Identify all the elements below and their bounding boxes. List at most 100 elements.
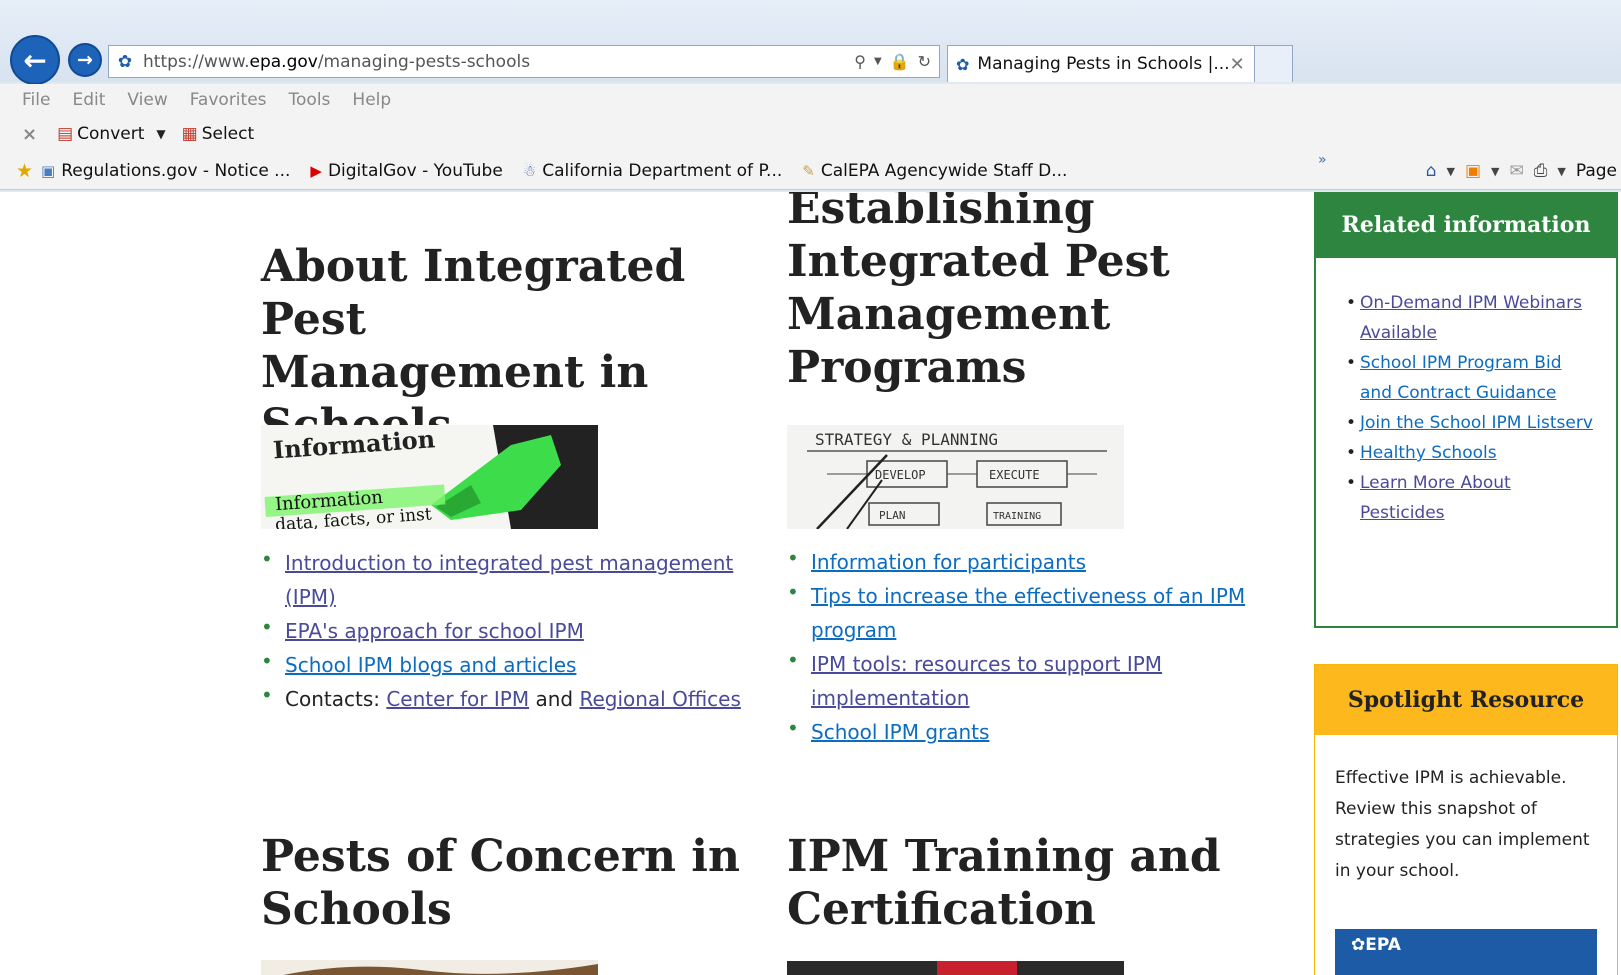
refresh-icon[interactable]: ↻	[918, 52, 931, 71]
forward-button[interactable]: →	[68, 43, 102, 77]
image-text-training: TRAINING	[993, 511, 1041, 522]
about-ipm-links: Introduction to integrated pest manageme…	[261, 542, 741, 716]
page-menu[interactable]: Page	[1576, 161, 1617, 181]
tab-title: Managing Pests in Schools |...	[977, 54, 1230, 74]
epa-site-icon: ✿	[117, 51, 133, 72]
menu-edit[interactable]: Edit	[72, 90, 105, 110]
calepa-icon: ✎	[802, 161, 815, 180]
about-ipm-heading: About Integrated Pest Management in Scho…	[261, 241, 686, 451]
more-favorites-chevron-icon[interactable]: »	[1318, 152, 1327, 168]
spotlight-resource-box: Spotlight Resource Effective IPM is achi…	[1314, 664, 1618, 975]
youtube-icon: ▶	[310, 161, 322, 180]
establishing-ipm-heading: Establishing Integrated Pest Management …	[787, 192, 1170, 393]
list-item: Introduction to integrated pest manageme…	[261, 542, 741, 614]
pesticides-link[interactable]: Learn More About Pesticides	[1360, 473, 1511, 523]
address-bar[interactable]: ✿ https://www.epa.gov/managing-pests-sch…	[108, 45, 940, 78]
list-item: EPA's approach for school IPM	[261, 610, 741, 648]
list-item: Tips to increase the effectiveness of an…	[787, 575, 1257, 647]
rss-icon[interactable]: ▣	[1465, 161, 1481, 181]
search-icon[interactable]: ⚲	[854, 52, 866, 71]
home-icon[interactable]: ⌂	[1426, 161, 1437, 181]
list-item: Join the School IPM Listserv	[1346, 408, 1598, 438]
related-links: On-Demand IPM Webinars Available School …	[1316, 258, 1616, 528]
list-item: Information for participants	[787, 541, 1257, 579]
related-information-title: Related information	[1316, 192, 1616, 258]
convert-dropdown-icon[interactable]: ▼	[156, 127, 165, 141]
spotlight-text: Effective IPM is achievable. Review this…	[1335, 768, 1590, 881]
ipm-grants-link[interactable]: School IPM grants	[811, 720, 989, 744]
favorites-star-icon[interactable]: ★	[16, 160, 33, 182]
spotlight-image[interactable]: ✿EPA	[1335, 929, 1597, 975]
healthy-schools-link[interactable]: Healthy Schools	[1360, 443, 1497, 463]
menu-view[interactable]: View	[127, 90, 167, 110]
command-bar: × ▤ Convert ▼ ▦ Select	[0, 116, 1621, 152]
pests-illustration	[283, 964, 598, 975]
establishing-ipm-links: Information for participants Tips to inc…	[787, 541, 1257, 749]
print-icon[interactable]: ⎙	[1534, 161, 1548, 181]
center-for-ipm-link[interactable]: Center for IPM	[386, 687, 529, 711]
list-item: On-Demand IPM Webinars Available	[1346, 288, 1598, 348]
epa-tab-icon: ✿	[956, 54, 970, 74]
contacts-label: Contacts:	[285, 687, 380, 711]
list-item: Learn More About Pesticides	[1346, 468, 1598, 528]
image-text-execute: EXECUTE	[989, 468, 1040, 482]
menu-help[interactable]: Help	[352, 90, 391, 110]
list-item: School IPM Program Bid and Contract Guid…	[1346, 348, 1598, 408]
page-content: About Integrated Pest Management in Scho…	[0, 192, 1621, 975]
about-ipm-section: About Integrated Pest Management in Scho…	[261, 240, 761, 452]
intro-ipm-link[interactable]: Introduction to integrated pest manageme…	[285, 551, 733, 609]
epa-logo-icon: ✿	[1351, 935, 1366, 955]
convert-button[interactable]: ▤ Convert	[57, 124, 144, 144]
webinars-link[interactable]: On-Demand IPM Webinars Available	[1360, 293, 1582, 343]
participants-info-link[interactable]: Information for participants	[811, 550, 1086, 574]
pests-image	[261, 960, 598, 975]
ipm-tools-link[interactable]: IPM tools: resources to support IPM impl…	[811, 652, 1162, 710]
browser-toolbar: ← → ✿ https://www.epa.gov/managing-pests…	[0, 0, 1621, 85]
favorite-california-dept[interactable]: ☃ California Department of P...	[523, 161, 782, 181]
establishing-ipm-section: Establishing Integrated Pest Management …	[787, 192, 1267, 394]
home-dropdown-icon[interactable]: ▼	[1447, 165, 1455, 178]
dropdown-caret-icon[interactable]: ▼	[874, 56, 882, 67]
list-item: Contacts: Center for IPM and Regional Of…	[261, 678, 741, 716]
browser-tab[interactable]: ✿ Managing Pests in Schools |... ✕	[947, 45, 1255, 82]
list-item: IPM tools: resources to support IPM impl…	[787, 643, 1257, 715]
image-text-plan: PLAN	[879, 509, 906, 522]
bid-guidance-link[interactable]: School IPM Program Bid and Contract Guid…	[1360, 353, 1562, 403]
menu-favorites[interactable]: Favorites	[190, 90, 267, 110]
list-item: Healthy Schools	[1346, 438, 1598, 468]
training-illustration	[787, 961, 1124, 975]
browser-chrome: ← → ✿ https://www.epa.gov/managing-pests…	[0, 0, 1621, 192]
regional-offices-link[interactable]: Regional Offices	[579, 687, 740, 711]
image-text-strategy: STRATEGY & PLANNING	[815, 430, 998, 449]
command-tools: ⌂ ▼ ▣ ▼ ✉ ⎙ ▼ Page	[1426, 152, 1621, 190]
select-button[interactable]: ▦ Select	[182, 124, 255, 144]
close-tab-icon[interactable]: ✕	[1230, 54, 1245, 75]
effectiveness-tips-link[interactable]: Tips to increase the effectiveness of an…	[811, 584, 1245, 642]
training-section: IPM Training and Certification	[787, 830, 1267, 936]
new-tab-button[interactable]	[1255, 45, 1293, 82]
training-image	[787, 961, 1124, 975]
url-text[interactable]: https://www.epa.gov/managing-pests-schoo…	[143, 52, 854, 72]
menu-tools[interactable]: Tools	[289, 90, 331, 110]
epa-approach-link[interactable]: EPA's approach for school IPM	[285, 619, 584, 643]
training-heading: IPM Training and Certification	[787, 831, 1221, 935]
mail-icon[interactable]: ✉	[1510, 161, 1524, 181]
dpr-icon: ☃	[522, 161, 537, 180]
back-button[interactable]: ←	[10, 35, 60, 85]
epa-logo-text: EPA	[1365, 935, 1401, 955]
listserv-link[interactable]: Join the School IPM Listserv	[1360, 413, 1593, 433]
favorite-digitalgov[interactable]: ▶ DigitalGov - YouTube	[310, 161, 502, 181]
related-information-box: Related information On-Demand IPM Webina…	[1314, 192, 1618, 628]
print-dropdown-icon[interactable]: ▼	[1557, 165, 1565, 178]
menu-file[interactable]: File	[22, 90, 50, 110]
spotlight-title: Spotlight Resource	[1315, 665, 1617, 735]
strategy-planning-image: STRATEGY & PLANNING DEVELOP EXECUTE PLAN…	[787, 425, 1124, 529]
close-icon[interactable]: ×	[22, 124, 37, 145]
favorite-calepa[interactable]: ✎ CalEPA Agencywide Staff D...	[802, 161, 1067, 181]
blogs-articles-link[interactable]: School IPM blogs and articles	[285, 653, 576, 677]
favorite-regulations[interactable]: ▣ Regulations.gov - Notice ...	[41, 161, 290, 181]
pests-heading: Pests of Concern in Schools	[261, 831, 741, 935]
select-icon: ▦	[181, 124, 198, 144]
rss-dropdown-icon[interactable]: ▼	[1491, 165, 1499, 178]
lock-icon[interactable]: 🔒	[890, 52, 910, 71]
